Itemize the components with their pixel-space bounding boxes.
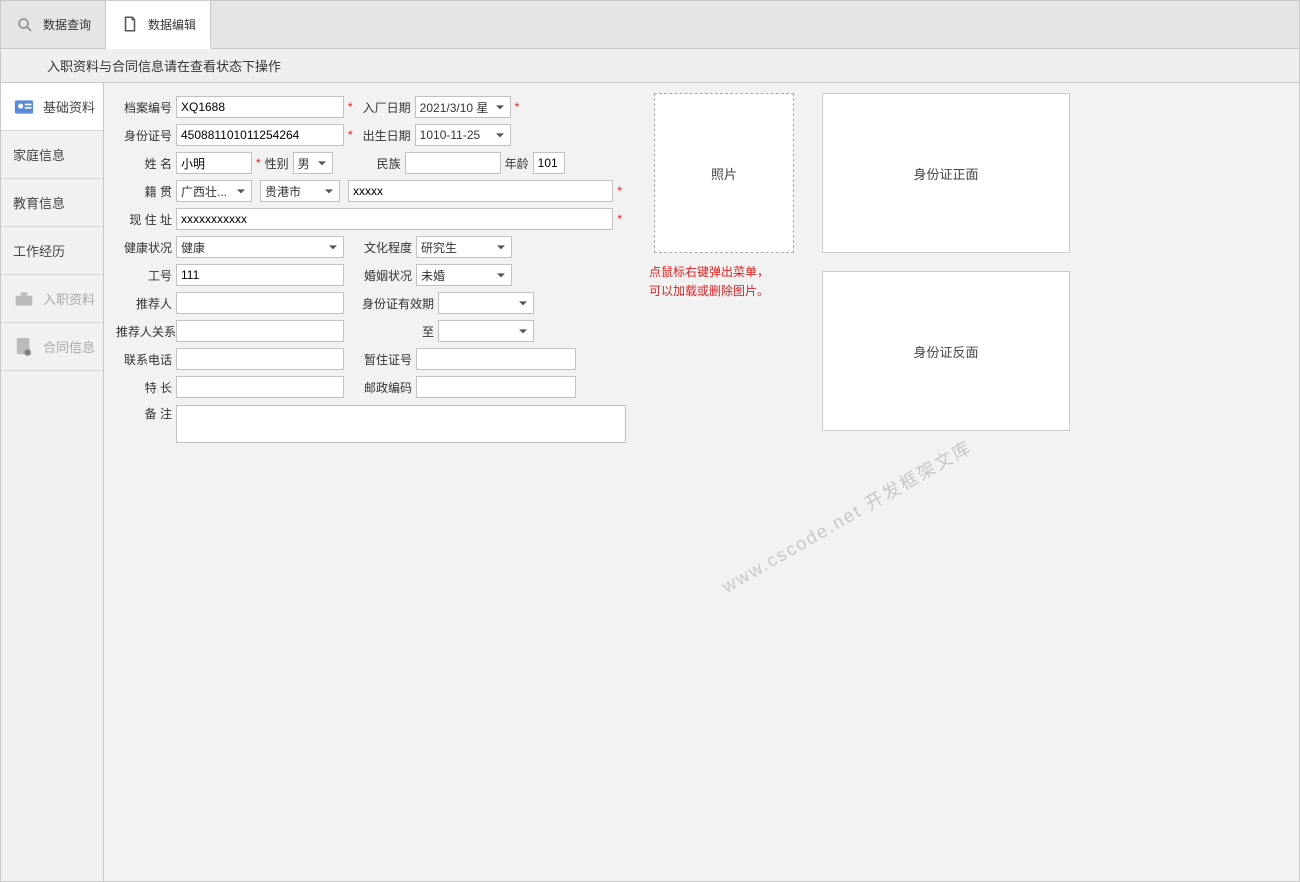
referrer-rel-label: 推荐人关系 bbox=[116, 323, 176, 340]
tab-query-label: 数据查询 bbox=[43, 16, 91, 33]
portrait-photo-box[interactable]: 照片 bbox=[654, 93, 794, 253]
postal-label: 邮政编码 bbox=[358, 379, 416, 396]
portrait-label: 照片 bbox=[711, 164, 737, 183]
photo-column: 照片 点鼠标右键弹出菜单， 可以加载或删除图片。 bbox=[644, 93, 804, 869]
marriage-label: 婚姻状况 bbox=[358, 267, 416, 284]
search-icon bbox=[15, 15, 35, 35]
birth-date-label: 出生日期 bbox=[357, 127, 415, 144]
sidebar-family-label: 家庭信息 bbox=[13, 145, 65, 164]
remark-textarea[interactable] bbox=[176, 405, 626, 443]
id-back-label: 身份证反面 bbox=[913, 342, 978, 361]
form-left-column: 档案编号 * 入厂日期 2021/3/10 星 * 身份证号 * 出生日期 10… bbox=[116, 93, 626, 869]
referrer-rel-input[interactable] bbox=[176, 320, 344, 342]
addr-input[interactable] bbox=[176, 208, 613, 230]
age-label: 年龄 bbox=[501, 155, 533, 172]
sidebar-item-family[interactable]: 家庭信息 bbox=[1, 131, 103, 179]
required-mark: * bbox=[617, 184, 622, 198]
addr-label: 现 住 址 bbox=[116, 211, 176, 228]
phone-label: 联系电话 bbox=[116, 351, 176, 368]
person-card-icon bbox=[13, 96, 35, 118]
required-mark: * bbox=[617, 212, 622, 226]
name-input[interactable] bbox=[176, 152, 252, 174]
photo-hint: 点鼠标右键弹出菜单， 可以加载或删除图片。 bbox=[649, 263, 799, 301]
ethnic-label: 民族 bbox=[347, 155, 405, 172]
archive-no-input[interactable] bbox=[176, 96, 344, 118]
specialty-input[interactable] bbox=[176, 376, 344, 398]
sidebar-work-label: 工作经历 bbox=[13, 241, 65, 260]
edu-label: 文化程度 bbox=[358, 239, 416, 256]
age-input[interactable] bbox=[533, 152, 565, 174]
id-no-label: 身份证号 bbox=[116, 127, 176, 144]
emp-no-label: 工号 bbox=[116, 267, 176, 284]
remark-label: 备 注 bbox=[116, 405, 176, 422]
phone-input[interactable] bbox=[176, 348, 344, 370]
permit-label: 暂住证号 bbox=[358, 351, 416, 368]
sidebar-basic-label: 基础资料 bbox=[43, 97, 95, 116]
permit-input[interactable] bbox=[416, 348, 576, 370]
briefcase-icon bbox=[13, 288, 35, 310]
sidebar-onboard-label: 入职资料 bbox=[43, 289, 95, 308]
origin-city-select[interactable]: 贵港市 bbox=[260, 180, 340, 202]
sidebar-education-label: 教育信息 bbox=[13, 193, 65, 212]
birth-date-picker[interactable]: 1010-11-25 bbox=[415, 124, 511, 146]
id-valid-to-picker[interactable] bbox=[438, 320, 534, 342]
gender-label: 性别 bbox=[265, 155, 293, 172]
id-no-input[interactable] bbox=[176, 124, 344, 146]
id-valid-from-picker[interactable] bbox=[438, 292, 534, 314]
emp-no-input[interactable] bbox=[176, 264, 344, 286]
document-edit-icon bbox=[120, 14, 140, 34]
sidebar-item-work[interactable]: 工作经历 bbox=[1, 227, 103, 275]
health-label: 健康状况 bbox=[116, 239, 176, 256]
document-lock-icon bbox=[13, 336, 35, 358]
sidebar-item-contract[interactable]: 合同信息 bbox=[1, 323, 103, 371]
info-banner-text: 入职资料与合同信息请在查看状态下操作 bbox=[47, 56, 281, 75]
form-panel: 档案编号 * 入厂日期 2021/3/10 星 * 身份证号 * 出生日期 10… bbox=[104, 83, 1299, 881]
id-front-label: 身份证正面 bbox=[913, 164, 978, 183]
id-front-box[interactable]: 身份证正面 bbox=[822, 93, 1070, 253]
sidebar-item-onboard[interactable]: 入职资料 bbox=[1, 275, 103, 323]
entry-date-label: 入厂日期 bbox=[357, 99, 415, 116]
name-label: 姓 名 bbox=[116, 155, 176, 172]
id-valid-to-label: 至 bbox=[358, 323, 438, 340]
id-card-column: 身份证正面 身份证反面 bbox=[822, 93, 1072, 869]
postal-input[interactable] bbox=[416, 376, 576, 398]
archive-no-label: 档案编号 bbox=[116, 99, 176, 116]
id-valid-label: 身份证有效期 bbox=[358, 295, 438, 312]
required-mark: * bbox=[256, 156, 261, 170]
sidebar-contract-label: 合同信息 bbox=[43, 337, 95, 356]
origin-province-select[interactable]: 广西壮... bbox=[176, 180, 252, 202]
tab-edit-label: 数据编辑 bbox=[148, 16, 196, 33]
required-mark: * bbox=[515, 100, 520, 114]
required-mark: * bbox=[348, 128, 353, 142]
gender-select[interactable]: 男 bbox=[293, 152, 333, 174]
origin-detail-input[interactable] bbox=[348, 180, 613, 202]
main-tabs: 数据查询 数据编辑 bbox=[1, 1, 1299, 49]
required-mark: * bbox=[348, 100, 353, 114]
health-select[interactable]: 健康 bbox=[176, 236, 344, 258]
edu-select[interactable]: 研究生 bbox=[416, 236, 512, 258]
marriage-select[interactable]: 未婚 bbox=[416, 264, 512, 286]
tab-data-query[interactable]: 数据查询 bbox=[1, 1, 106, 48]
sidebar-item-education[interactable]: 教育信息 bbox=[1, 179, 103, 227]
origin-label: 籍 贯 bbox=[116, 183, 176, 200]
specialty-label: 特 长 bbox=[116, 379, 176, 396]
tab-data-edit[interactable]: 数据编辑 bbox=[106, 1, 211, 49]
sidebar-item-basic[interactable]: 基础资料 bbox=[1, 83, 103, 131]
ethnic-input[interactable] bbox=[405, 152, 501, 174]
id-back-box[interactable]: 身份证反面 bbox=[822, 271, 1070, 431]
entry-date-picker[interactable]: 2021/3/10 星 bbox=[415, 96, 511, 118]
side-nav: 基础资料 家庭信息 教育信息 工作经历 入职资料 合同信息 bbox=[1, 83, 104, 881]
referrer-label: 推荐人 bbox=[116, 295, 176, 312]
info-banner: 入职资料与合同信息请在查看状态下操作 bbox=[1, 49, 1299, 83]
referrer-input[interactable] bbox=[176, 292, 344, 314]
